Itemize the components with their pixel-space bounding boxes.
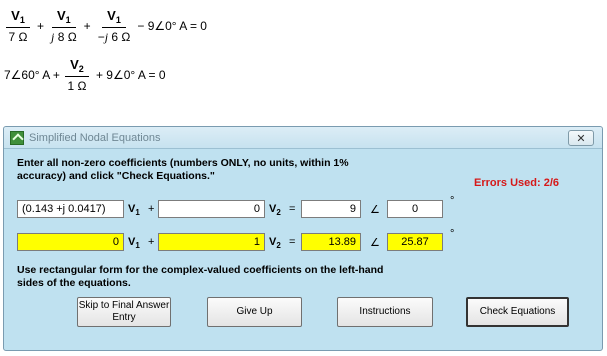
row1-angle-input[interactable]: 0 bbox=[387, 200, 443, 218]
row2-coef2-value: 1 bbox=[253, 236, 260, 248]
eq1-term1-subscript: 1 bbox=[19, 15, 25, 25]
row1-v1-subscript: 1 bbox=[135, 208, 140, 218]
instructions-text: Enter all non-zero coefficients (numbers… bbox=[17, 157, 349, 182]
row2-magnitude-input[interactable]: 13.89 bbox=[301, 233, 361, 251]
rectangular-form-note: Use rectangular form for the complex-val… bbox=[17, 264, 384, 289]
skip-to-final-label: Skip to Final Answer Entry bbox=[78, 300, 170, 323]
dialog-titlebar[interactable]: Simplified Nodal Equations ✕ bbox=[4, 127, 602, 149]
eq1-plus-2: + bbox=[83, 19, 91, 33]
equation-1: V1 7 Ω + V1 j 8 Ω + V1 −j 6 Ω − 9∠0° A =… bbox=[4, 6, 212, 46]
equation-2: 7∠60° A + V2 1 Ω + 9∠0° A = 0 bbox=[4, 55, 171, 95]
eq2-lead: 7∠60° A + bbox=[4, 68, 60, 82]
eq1-term3-subscript: 1 bbox=[115, 14, 121, 25]
give-up-button[interactable]: Give Up bbox=[207, 297, 302, 327]
eq1-term2-denominator: 8 Ω bbox=[54, 29, 77, 44]
eq2-tail: + 9∠0° A = 0 bbox=[95, 68, 166, 82]
row1-v2-subscript: 2 bbox=[276, 208, 281, 218]
skip-to-final-button[interactable]: Skip to Final Answer Entry bbox=[77, 297, 171, 327]
row2-coef1-input[interactable]: 0 bbox=[17, 233, 124, 251]
row2-equals: = bbox=[289, 236, 296, 248]
row1-degree-symbol: ° bbox=[450, 195, 455, 207]
check-equations-label: Check Equations bbox=[479, 306, 556, 317]
eq1-term3: V1 −j 6 Ω bbox=[98, 8, 131, 45]
nodal-equations-dialog: Simplified Nodal Equations ✕ Enter all n… bbox=[3, 126, 603, 351]
eq1-term1-denominator: 7 Ω bbox=[8, 30, 28, 44]
row1-plus: + bbox=[148, 203, 155, 215]
instructions-label: Instructions bbox=[359, 306, 411, 317]
row1-coef1-value: (0.143 +j 0.0417) bbox=[22, 203, 106, 215]
eq2-term1-denominator: 1 Ω bbox=[67, 79, 87, 93]
row1-coef2-input[interactable]: 0 bbox=[158, 200, 265, 218]
row2-angle-input[interactable]: 25.87 bbox=[387, 233, 443, 251]
check-equations-button[interactable]: Check Equations bbox=[466, 297, 569, 327]
eq2-term1: V2 1 Ω bbox=[64, 57, 89, 93]
row2-magnitude-value: 13.89 bbox=[328, 236, 356, 248]
row1-v1-label: V1 bbox=[128, 203, 140, 217]
instructions-button[interactable]: Instructions bbox=[337, 297, 433, 327]
eq2-term1-numerator: V bbox=[70, 57, 79, 72]
row1-angle-symbol: ∠ bbox=[370, 204, 380, 216]
eq1-term3-numerator: V bbox=[107, 7, 116, 23]
eq1-term2: V1 j 8 Ω bbox=[51, 8, 77, 45]
row2-coef1-value: 0 bbox=[112, 236, 119, 248]
row1-angle-value: 0 bbox=[411, 203, 419, 215]
row2-degree-symbol: ° bbox=[450, 228, 455, 240]
eq1-term2-numerator: V bbox=[57, 7, 66, 23]
row1-v2-label: V2 bbox=[269, 203, 281, 217]
eq1-term1: V1 7 Ω bbox=[6, 8, 30, 44]
row2-v1-subscript: 1 bbox=[135, 241, 140, 251]
row2-v2-label: V2 bbox=[269, 236, 281, 250]
eq2-term1-subscript: 2 bbox=[78, 64, 84, 74]
row2-coef2-input[interactable]: 1 bbox=[158, 233, 265, 251]
errors-used-value: 2/6 bbox=[543, 177, 559, 189]
eq1-term2-subscript: 1 bbox=[65, 14, 71, 25]
errors-used-label: Errors Used: bbox=[474, 177, 541, 189]
row2-v2-subscript: 2 bbox=[276, 241, 281, 251]
row2-angle-value: 25.87 bbox=[401, 236, 429, 248]
row2-angle-symbol: ∠ bbox=[370, 237, 380, 249]
dialog-title: Simplified Nodal Equations bbox=[29, 131, 161, 144]
eq1-tail: − 9∠0° A = 0 bbox=[137, 19, 207, 33]
row1-coef1-input[interactable]: (0.143 +j 0.0417) bbox=[17, 200, 124, 218]
give-up-label: Give Up bbox=[236, 306, 273, 317]
close-button[interactable]: ✕ bbox=[568, 130, 594, 146]
errors-used: Errors Used: 2/6 bbox=[474, 177, 559, 189]
row1-magnitude-input[interactable]: 9 bbox=[301, 200, 361, 218]
close-icon: ✕ bbox=[576, 132, 586, 145]
row1-equals: = bbox=[289, 203, 296, 215]
eq1-term1-numerator: V bbox=[11, 8, 20, 23]
row2-v1-label: V1 bbox=[128, 236, 140, 250]
app-icon bbox=[10, 130, 24, 145]
eq1-plus-1: + bbox=[37, 19, 45, 33]
row1-coef2-value: 0 bbox=[253, 203, 260, 215]
row2-plus: + bbox=[148, 236, 155, 248]
row1-magnitude-value: 9 bbox=[349, 203, 356, 215]
eq1-term3-minus: − bbox=[97, 29, 105, 44]
eq1-term3-denominator: 6 Ω bbox=[108, 29, 131, 44]
